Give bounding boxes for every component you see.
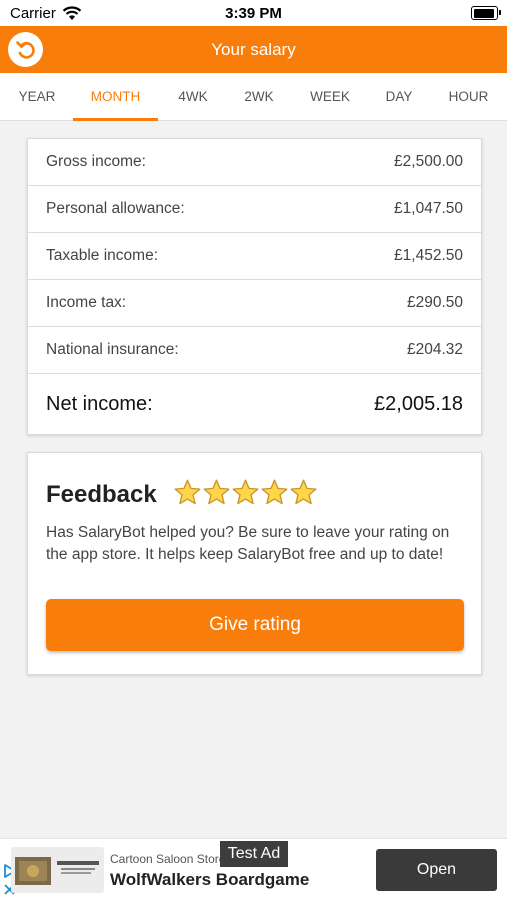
rating-stars: [173, 478, 318, 510]
row-label: Gross income:: [46, 153, 146, 170]
row-value: £2,500.00: [394, 153, 463, 170]
net-income-row: Net income: £2,005.18: [28, 374, 481, 434]
taxable-income-row: Taxable income: £1,452.50: [28, 233, 481, 280]
national-insurance-row: National insurance: £204.32: [28, 327, 481, 374]
income-summary-card: Gross income: £2,500.00 Personal allowan…: [27, 138, 482, 435]
row-value: £1,047.50: [394, 200, 463, 217]
personal-allowance-row: Personal allowance: £1,047.50: [28, 186, 481, 233]
row-label: Personal allowance:: [46, 200, 185, 217]
tab-week[interactable]: WEEK: [296, 73, 364, 121]
period-tabs: YEAR MONTH 4WK 2WK WEEK DAY HOUR: [0, 73, 507, 121]
tab-year[interactable]: YEAR: [4, 73, 70, 121]
star-icon: [203, 479, 230, 505]
star-icon: [232, 479, 259, 505]
app-header: Your salary: [0, 26, 507, 73]
star-icon: [261, 479, 288, 505]
ad-banner[interactable]: Cartoon Saloon Store Test Ad WolfWalkers…: [0, 838, 507, 900]
net-income-label: Net income:: [46, 393, 153, 415]
ad-product-image[interactable]: [11, 847, 104, 893]
gross-income-row: Gross income: £2,500.00: [28, 139, 481, 186]
feedback-card: Feedback Has SalaryBot helped you? Be su…: [27, 452, 482, 675]
star-icon: [174, 479, 201, 505]
row-value: £1,452.50: [394, 247, 463, 264]
ad-headline[interactable]: WolfWalkers Boardgame: [110, 870, 309, 890]
feedback-title: Feedback: [46, 481, 157, 508]
star-icon: [290, 479, 317, 505]
test-ad-badge: Test Ad: [220, 841, 288, 867]
row-label: National insurance:: [46, 341, 179, 358]
battery-icon: [471, 6, 501, 20]
tab-4wk[interactable]: 4WK: [164, 73, 222, 121]
feedback-message: Has SalaryBot helped you? Be sure to lea…: [46, 524, 450, 563]
row-value: £290.50: [406, 294, 463, 311]
income-tax-row: Income tax: £290.50: [28, 280, 481, 327]
net-income-value: £2,005.18: [374, 393, 463, 415]
tab-day[interactable]: DAY: [372, 73, 426, 121]
page-title: Your salary: [211, 40, 296, 59]
give-rating-button[interactable]: Give rating: [46, 599, 464, 651]
row-value: £204.32: [406, 341, 463, 358]
row-label: Income tax:: [46, 294, 127, 311]
clock: 3:39 PM: [225, 5, 282, 22]
tab-hour[interactable]: HOUR: [437, 73, 500, 121]
status-bar: Carrier 3:39 PM: [0, 0, 507, 26]
row-label: Taxable income:: [46, 247, 159, 264]
tab-2wk[interactable]: 2WK: [230, 73, 288, 121]
ad-open-button[interactable]: Open: [376, 849, 497, 891]
ad-advertiser: Cartoon Saloon Store: [110, 852, 226, 866]
tab-month[interactable]: MONTH: [73, 73, 158, 121]
